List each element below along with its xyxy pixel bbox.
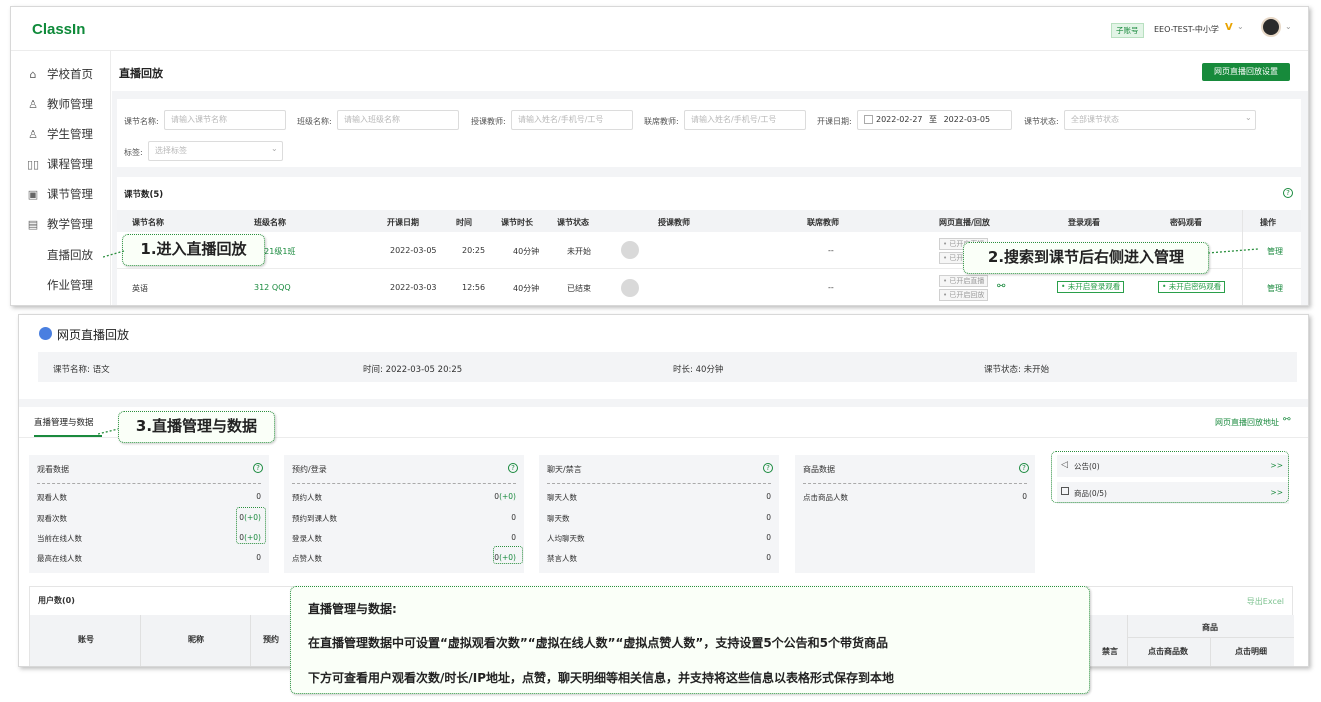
export-excel-button[interactable]: 导出Excel xyxy=(1247,596,1284,607)
person-icon: ♙ xyxy=(28,97,38,111)
link-icon: ⚯ xyxy=(1283,415,1291,425)
help-icon[interactable]: ? xyxy=(1283,188,1293,198)
tag-select[interactable]: 选择标签 xyxy=(148,141,283,161)
detail-title: 网页直播回放 xyxy=(57,328,130,342)
table-row: 英语 312 QQQ 2022-03-03 12:56 40分钟 已结束 -- … xyxy=(132,275,1283,301)
highlight-virtual-like xyxy=(493,546,523,564)
callout-step-2: 2.搜索到课节后右侧进入管理 xyxy=(963,242,1209,274)
watch-data-card: 观看数据 ? 观看人数 0 观看次数 0(+0) 当前在线人数 0(+0) 最高在线人… xyxy=(29,455,269,573)
vip-icon: V xyxy=(1225,22,1233,33)
highlight-notice-goods xyxy=(1051,451,1289,503)
filter-panel: 课节名称: 请输入课节名称 班级名称: 请输入班级名称 授课教师: 请输入姓名/… xyxy=(117,99,1301,167)
tab-live-management[interactable]: 直播管理与数据 xyxy=(34,416,94,428)
help-icon[interactable]: ? xyxy=(763,463,773,473)
live-address-link[interactable]: 网页直播回放地址 xyxy=(1215,417,1279,428)
highlight-virtual-watch xyxy=(236,507,266,544)
avatar-chevron-icon[interactable]: ⌄ xyxy=(1285,22,1292,31)
sidebar-item-teachers[interactable]: ♙ 教师管理 xyxy=(11,89,111,119)
login-watch-tag[interactable]: • 未开启登录观看 xyxy=(1057,281,1125,293)
chevron-down-icon[interactable]: ⌄ xyxy=(1237,22,1244,31)
help-icon[interactable]: ? xyxy=(508,463,518,473)
callout-step-3: 3.直播管理与数据 xyxy=(118,411,275,443)
booking-login-card: 预约/登录 ? 预约人数 0(+0) 预约到课人数 0 登录人数 0 点赞人数 0(+0… xyxy=(284,455,524,573)
page-title: 直播回放 xyxy=(119,67,163,80)
lesson-status-select[interactable]: 全部课节状态 xyxy=(1064,110,1256,130)
password-watch-tag[interactable]: • 未开启密码观看 xyxy=(1158,281,1226,293)
co-teacher-input[interactable]: 请输入姓名/手机号/工号 xyxy=(684,110,806,130)
manage-link[interactable]: 管理 xyxy=(1267,283,1283,294)
explanation-note: 直播管理与数据: 在直播管理数据中可设置“虚拟观看次数”“虚拟在线人数”“虚拟点… xyxy=(290,586,1090,694)
sidebar-subitem-homework[interactable]: 作业管理 xyxy=(11,270,111,300)
manage-link[interactable]: 管理 xyxy=(1267,246,1283,257)
chat-mute-card: 聊天/禁言 ? 聊天人数 0 聊天数 0 人均聊天数 0 禁言人数 0 xyxy=(539,455,779,573)
people-icon: ♙ xyxy=(28,127,38,141)
class-name-input[interactable]: 请输入班级名称 xyxy=(337,110,459,130)
chevron-down-icon: ⌄ xyxy=(271,144,278,153)
sidebar-subitem-live-replay[interactable]: 直播回放 xyxy=(11,240,111,270)
callout-connector xyxy=(103,250,125,258)
goods-data-card: 商品数据 ? 点击商品人数 0 xyxy=(795,455,1035,573)
help-icon[interactable]: ? xyxy=(1019,463,1029,473)
course-icon: ▯▯ xyxy=(26,157,40,171)
callout-connector xyxy=(98,428,119,435)
lesson-count: 课节数(5) xyxy=(124,190,164,200)
link-icon[interactable]: ⚯ xyxy=(997,281,1005,292)
table-header xyxy=(117,210,1301,232)
sidebar-item-home[interactable]: ⌂ 学校首页 xyxy=(11,59,111,89)
callout-step-1: 1.进入直播回放 xyxy=(122,234,265,266)
live-replay-list-panel: ClassIn 子账号 EEO-TEST-中小学 V ⌄ ⌄ ⌂ 学校首页 ♙ 教师… xyxy=(10,6,1309,306)
teach-icon: ▤ xyxy=(27,217,39,231)
teacher-avatar xyxy=(621,241,639,259)
chevron-down-icon: ⌄ xyxy=(1245,113,1252,122)
callout-connector xyxy=(1208,248,1259,254)
sidebar: ⌂ 学校首页 ♙ 教师管理 ♙ 学生管理 ▯▯ 课程管理 ▣ 课节管理 ▤ 教学管理 直播回… xyxy=(11,51,111,305)
teacher-avatar xyxy=(621,279,639,297)
lesson-icon: ▣ xyxy=(27,187,39,201)
help-icon[interactable]: ? xyxy=(253,463,263,473)
teacher-input[interactable]: 请输入姓名/手机号/工号 xyxy=(511,110,633,130)
user-count: 用户数(0) xyxy=(38,596,75,605)
sidebar-item-teaching[interactable]: ▤ 教学管理 xyxy=(11,209,111,239)
home-icon: ⌂ xyxy=(29,67,37,81)
sidebar-item-students[interactable]: ♙ 学生管理 xyxy=(11,119,111,149)
sidebar-item-lessons[interactable]: ▣ 课节管理 xyxy=(11,179,111,209)
avatar[interactable] xyxy=(1261,17,1281,37)
lesson-info-bar xyxy=(38,352,1297,382)
role-badge: 子账号 xyxy=(1111,23,1144,38)
lesson-name-input[interactable]: 请输入课节名称 xyxy=(164,110,286,130)
calendar-icon xyxy=(864,115,873,124)
sidebar-item-courses[interactable]: ▯▯ 课程管理 xyxy=(11,149,111,179)
live-replay-settings-button[interactable]: 网页直播回放设置 xyxy=(1202,63,1290,81)
date-range-picker[interactable]: 2022-02-27 至 2022-03-05 xyxy=(857,110,1012,130)
school-name[interactable]: EEO-TEST-中小学 xyxy=(1154,24,1219,35)
chat-bubble-icon xyxy=(39,327,52,340)
app-logo[interactable]: ClassIn xyxy=(32,21,85,38)
